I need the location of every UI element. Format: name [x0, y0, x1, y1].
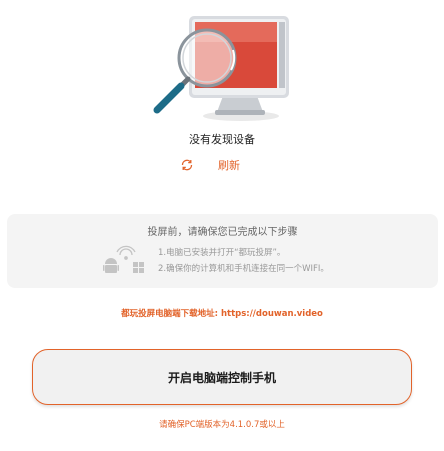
instructions-card: 投屏前，请确保您已完成以下步骤 1.电脑已安装并打开“都玩投屏”。 2.确保你的…: [7, 214, 438, 288]
android-icon: [103, 258, 119, 273]
instructions-steps: 1.电脑已安装并打开“都玩投屏”。 2.确保你的计算机和手机连接在同一个WIFI…: [158, 245, 329, 277]
monitor-search-illustration: [153, 16, 289, 121]
refresh-icon: [181, 159, 193, 171]
version-note: 请确保PC端版本为4.1.0.7或以上: [159, 420, 285, 430]
download-link[interactable]: 都玩投屏电脑端下载地址: https://douwan.video: [0, 307, 444, 319]
windows-icon: [133, 262, 144, 273]
step-1: 1.电脑已安装并打开“都玩投屏”。: [158, 248, 286, 258]
refresh-button[interactable]: 刷新: [180, 157, 240, 173]
step-2: 2.确保你的计算机和手机连接在同一个WIFI。: [158, 264, 329, 274]
no-device-text: 没有发现设备: [189, 133, 255, 146]
start-pc-control-button[interactable]: 开启电脑端控制手机: [32, 349, 412, 405]
refresh-label: 刷新: [218, 159, 240, 172]
platform-icons: [103, 245, 144, 273]
instructions-title: 投屏前，请确保您已完成以下步骤: [147, 227, 298, 238]
wifi-icon: [116, 245, 136, 260]
